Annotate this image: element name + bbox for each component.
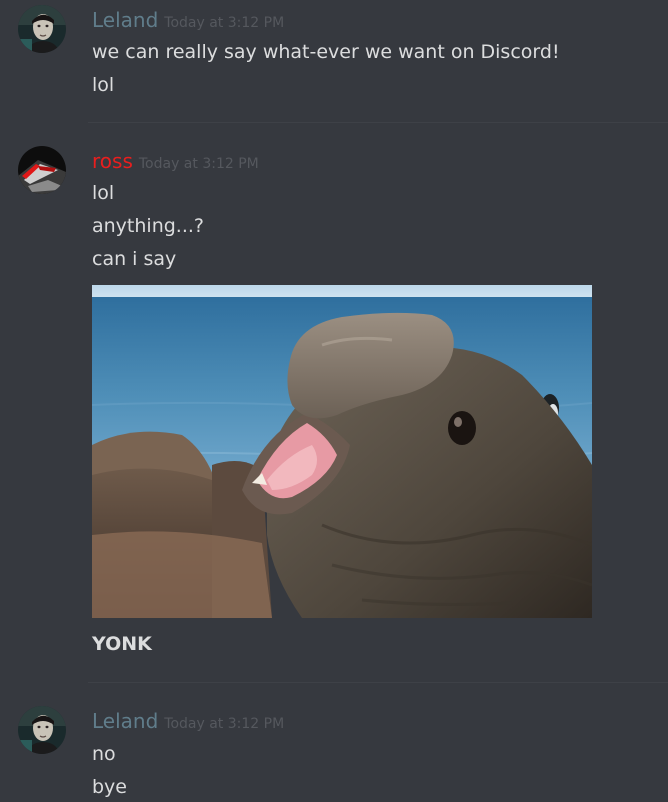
timestamp: Today at 3:12 PM [164, 15, 285, 31]
message-text: we can really say what-ever we want on D… [92, 41, 560, 63]
message-divider [88, 122, 668, 123]
image-attachment-seal[interactable] [92, 285, 592, 618]
message-header: ross Today at 3:12 PM [92, 149, 259, 173]
message-text: anything...? [92, 215, 205, 237]
user-avatar-leland[interactable] [18, 5, 66, 53]
message-text: no [92, 743, 116, 765]
username[interactable]: Leland [92, 709, 158, 733]
message-text: can i say [92, 248, 177, 270]
timestamp: Today at 3:12 PM [138, 156, 259, 172]
username[interactable]: ross [92, 149, 133, 173]
message-text: lol [92, 182, 115, 204]
timestamp: Today at 3:12 PM [164, 716, 285, 732]
message-text: lol [92, 74, 115, 96]
user-avatar-leland[interactable] [18, 706, 66, 754]
username[interactable]: Leland [92, 8, 158, 32]
message-divider [88, 682, 668, 683]
user-avatar-ross[interactable] [18, 146, 66, 194]
message-text: bye [92, 776, 127, 798]
message-header: Leland Today at 3:12 PM [92, 709, 284, 733]
message-header: Leland Today at 3:12 PM [92, 8, 284, 32]
attachment-caption: YONK [92, 633, 152, 655]
